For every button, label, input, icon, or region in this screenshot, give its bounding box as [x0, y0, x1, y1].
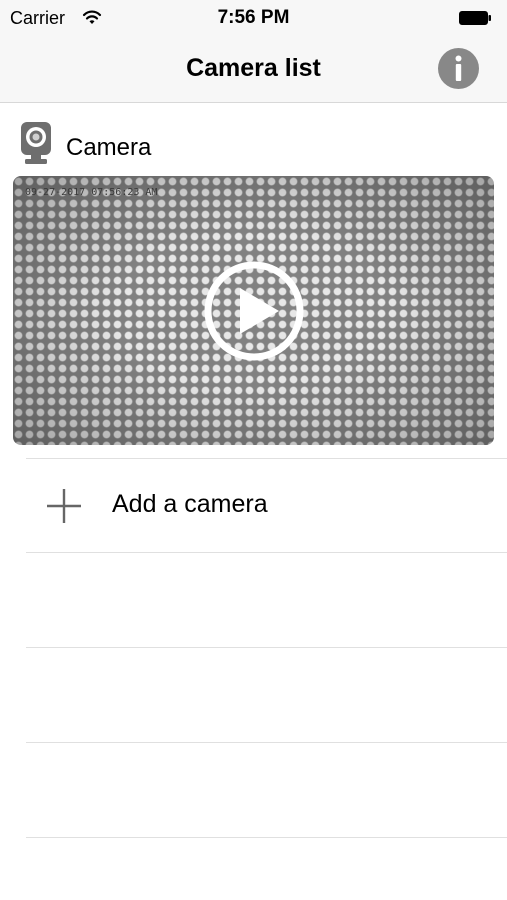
- divider: [26, 647, 507, 648]
- camera-name: Camera: [66, 134, 152, 161]
- camera-icon: [20, 122, 52, 166]
- camera-preview[interactable]: 09-27-2017 07:56:23 AM: [13, 176, 494, 445]
- status-bar: Carrier 7:56 PM: [0, 0, 507, 36]
- battery-icon: [459, 11, 491, 25]
- info-icon: [455, 55, 462, 81]
- divider: [26, 742, 507, 743]
- play-icon: [204, 261, 304, 361]
- preview-timestamp: 09-27-2017 07:56:23 AM: [25, 187, 158, 198]
- page-title: Camera list: [186, 54, 321, 82]
- plus-icon: [45, 487, 83, 525]
- navigation-bar: Camera list: [0, 36, 507, 103]
- add-camera-row[interactable]: Add a camera: [0, 459, 507, 552]
- divider: [26, 552, 507, 553]
- camera-header[interactable]: Camera: [0, 118, 507, 168]
- info-button[interactable]: [438, 48, 479, 89]
- add-camera-label: Add a camera: [112, 490, 268, 518]
- divider: [26, 837, 507, 838]
- status-time: 7:56 PM: [217, 7, 290, 28]
- play-button[interactable]: [202, 259, 306, 363]
